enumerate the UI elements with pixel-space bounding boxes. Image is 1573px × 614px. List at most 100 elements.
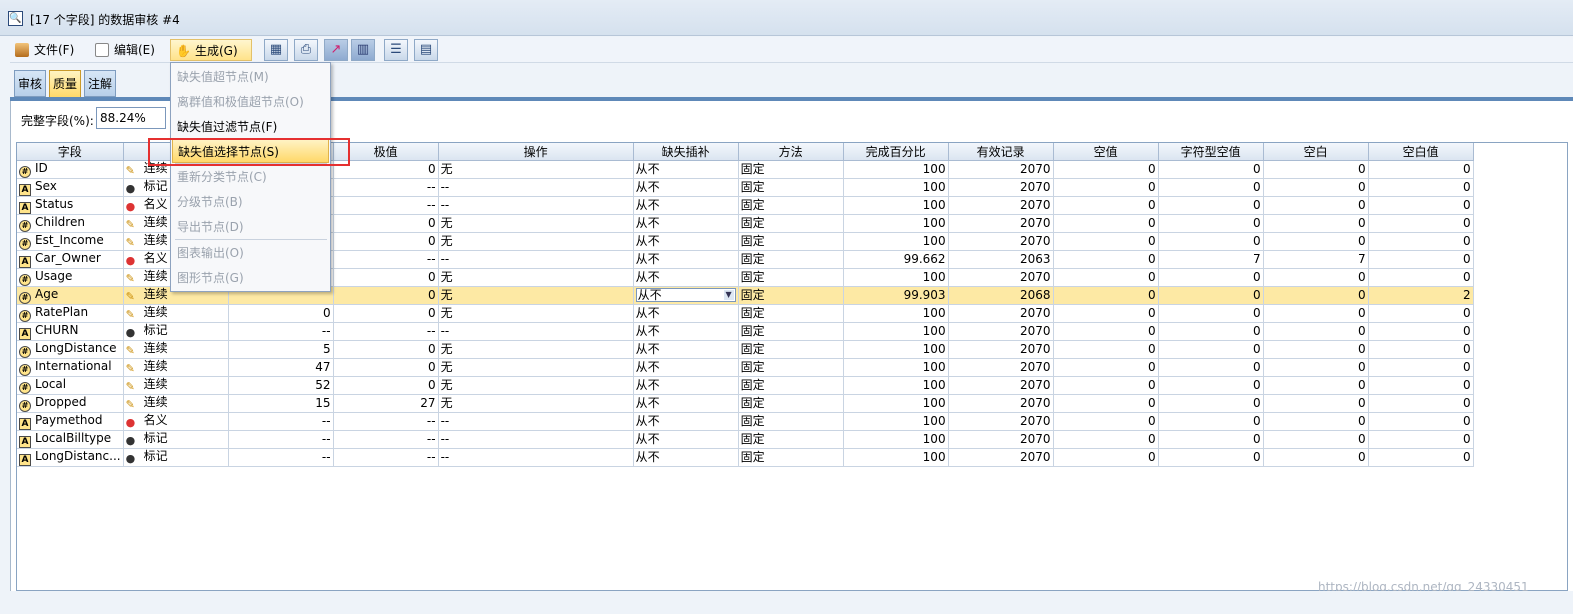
data-cell[interactable]: 从不 ▼ [633, 286, 739, 305]
field-cell: # ID [17, 160, 124, 179]
data-cell: 100 [843, 358, 949, 377]
cell-text: 从不 [635, 252, 660, 266]
cell-text: -- [321, 432, 331, 446]
data-cell: 0 [1368, 250, 1474, 269]
data-cell: 0 [1053, 358, 1159, 377]
cell-text: -- [426, 324, 436, 338]
list-button[interactable]: ☰ [384, 39, 408, 61]
print-icon: ⎙ [300, 42, 312, 57]
cell-text: CHURN [35, 323, 79, 337]
print-button[interactable]: ⎙ [294, 39, 318, 61]
column-header[interactable]: 字符型空值 [1158, 143, 1264, 161]
data-cell: 99.662 [843, 250, 949, 269]
generate-menu-item[interactable]: 离群值和极值超节点(O) [172, 90, 329, 114]
data-cell: 100 [843, 178, 949, 197]
data-cell: 0 [1158, 214, 1264, 233]
data-cell: 0 [1158, 160, 1264, 179]
column-header[interactable]: 空白 [1263, 143, 1369, 161]
column-header[interactable]: 空白值 [1368, 143, 1474, 161]
cell-text: 无 [440, 288, 453, 302]
chart-button[interactable]: ↗ [324, 39, 348, 61]
string-field-icon: A [19, 202, 31, 214]
generate-dropdown-menu: 缺失值超节点(M) 离群值和极值超节点(O) 缺失值过滤节点(F) 缺失值选择节点(S… [170, 62, 331, 292]
cell-text: 0 [1252, 180, 1261, 194]
generate-menu-item[interactable]: 重新分类节点(C) [172, 165, 329, 189]
column-header[interactable]: 完成百分比 [843, 143, 949, 161]
table-row[interactable]: # RatePlan ✎ 连续 0 0 无从不 固定 100 2070 0 0 0 0 [17, 304, 1474, 323]
table-row[interactable]: A LocalBilltype ● 标记 -- -- -- 从不 固定 100 2070 0 0 0 0 [17, 430, 1474, 449]
cell-text: 100 [922, 360, 946, 374]
table-row[interactable]: A CHURN ● 标记 -- -- -- 从不 固定 100 2070 0 0 0 0 [17, 322, 1474, 341]
tab-annotation[interactable]: 注解 [84, 70, 116, 97]
nominal-icon: ● [125, 254, 136, 267]
data-cell: 0 [1053, 394, 1159, 413]
column-header[interactable]: 方法 [738, 143, 844, 161]
cell-text: LocalBilltype [35, 431, 112, 445]
column-header[interactable]: 操作 [438, 143, 634, 161]
data-cell: 0 [1158, 196, 1264, 215]
flag-icon: ● [125, 326, 136, 339]
table-row[interactable]: # International ✎ 连续 47 0 无从不 固定 100 2070 0 0 0 0 [17, 358, 1474, 377]
cell-text: 0 [1147, 360, 1156, 374]
data-cell: -- [228, 412, 334, 431]
menu-generate[interactable]: ✋ 生成(G) [170, 39, 252, 61]
data-cell: 0 [1158, 448, 1264, 467]
generate-menu-item[interactable]: 分级节点(B) [172, 190, 329, 214]
generate-menu-item[interactable]: 图形节点(G) [172, 266, 329, 290]
generate-menu-item[interactable]: 缺失值过滤节点(F) [172, 115, 329, 139]
data-cell: 0 [1368, 394, 1474, 413]
generate-menu-item[interactable]: 图表输出(O) [172, 241, 329, 265]
data-cell: 100 [843, 376, 949, 395]
column-header[interactable]: 空值 [1053, 143, 1159, 161]
complete-fields-input[interactable] [96, 107, 166, 129]
data-cell: -- [333, 250, 439, 269]
cell-text: -- [426, 414, 436, 428]
cell-text: 47 [315, 360, 331, 374]
table-row[interactable]: # LongDistance ✎ 连续 5 0 无从不 固定 100 2070 0 0 0 0 [17, 340, 1474, 359]
cell-text: 0 [1252, 360, 1261, 374]
data-cell: 0 [1053, 322, 1159, 341]
data-cell: 固定 [738, 196, 844, 215]
columns-button[interactable]: ▥ [351, 39, 375, 61]
data-cell: 0 [333, 286, 439, 305]
impute-dropdown-value: 从不 [637, 288, 662, 302]
table-row[interactable]: A Paymethod ● 名义 -- -- -- 从不 固定 100 2070 0 0 0 0 [17, 412, 1474, 431]
data-cell: 47 [228, 358, 334, 377]
data-cell: 0 [333, 358, 439, 377]
flag-icon: ● [125, 434, 136, 447]
data-cell: 100 [843, 160, 949, 179]
column-header[interactable]: 有效记录 [948, 143, 1054, 161]
save-table-button[interactable]: ▦ [264, 39, 288, 61]
generate-menu-item[interactable]: 缺失值超节点(M) [172, 65, 329, 89]
tab-audit[interactable]: 审核 [14, 70, 46, 97]
generate-menu-item[interactable]: 导出节点(D) [172, 215, 329, 239]
chevron-down-icon[interactable]: ▼ [723, 290, 734, 300]
cell-text: 0 [1462, 396, 1471, 410]
table-row[interactable]: # Dropped ✎ 连续 15 27 无 从不 固定 100 2070 0 0 0 0 [17, 394, 1474, 413]
data-cell: 0 [333, 268, 439, 287]
cell-text: 2070 [1020, 360, 1051, 374]
menu-edit[interactable]: 编辑(E) [90, 39, 161, 61]
tab-quality[interactable]: 质量 [49, 70, 81, 98]
data-cell: 0 [1053, 178, 1159, 197]
cell-text: 100 [922, 306, 946, 320]
menu-file[interactable]: 文件(F) [10, 39, 80, 61]
column-header[interactable]: 字段 [17, 143, 124, 161]
cell-text: Paymethod [35, 413, 103, 427]
cell-text: 100 [922, 180, 946, 194]
cell-text: 固定 [740, 270, 765, 284]
table-row[interactable]: # Local ✎ 连续 52 0 无从不 固定 100 2070 0 0 0 0 [17, 376, 1474, 395]
data-cell: 从不 [633, 214, 739, 233]
data-cell: 0 [1263, 430, 1369, 449]
column-header[interactable]: 缺失插补 [633, 143, 739, 161]
data-cell: 0 [1368, 448, 1474, 467]
data-cell: 0 [1263, 322, 1369, 341]
cell-text: 0 [1357, 270, 1366, 284]
cell-text: 0 [1357, 396, 1366, 410]
measure-cell: ✎ 连续 [123, 394, 229, 413]
table-row[interactable]: A LongDistanc... ● 标记 -- -- -- 从不 固定 100 2070 0 0 0 0 [17, 448, 1474, 467]
field-cell: A CHURN [17, 322, 124, 341]
grid-button[interactable]: ▤ [414, 39, 438, 61]
impute-dropdown[interactable]: 从不 ▼ [635, 288, 736, 302]
cell-text: 0 [1357, 288, 1366, 302]
